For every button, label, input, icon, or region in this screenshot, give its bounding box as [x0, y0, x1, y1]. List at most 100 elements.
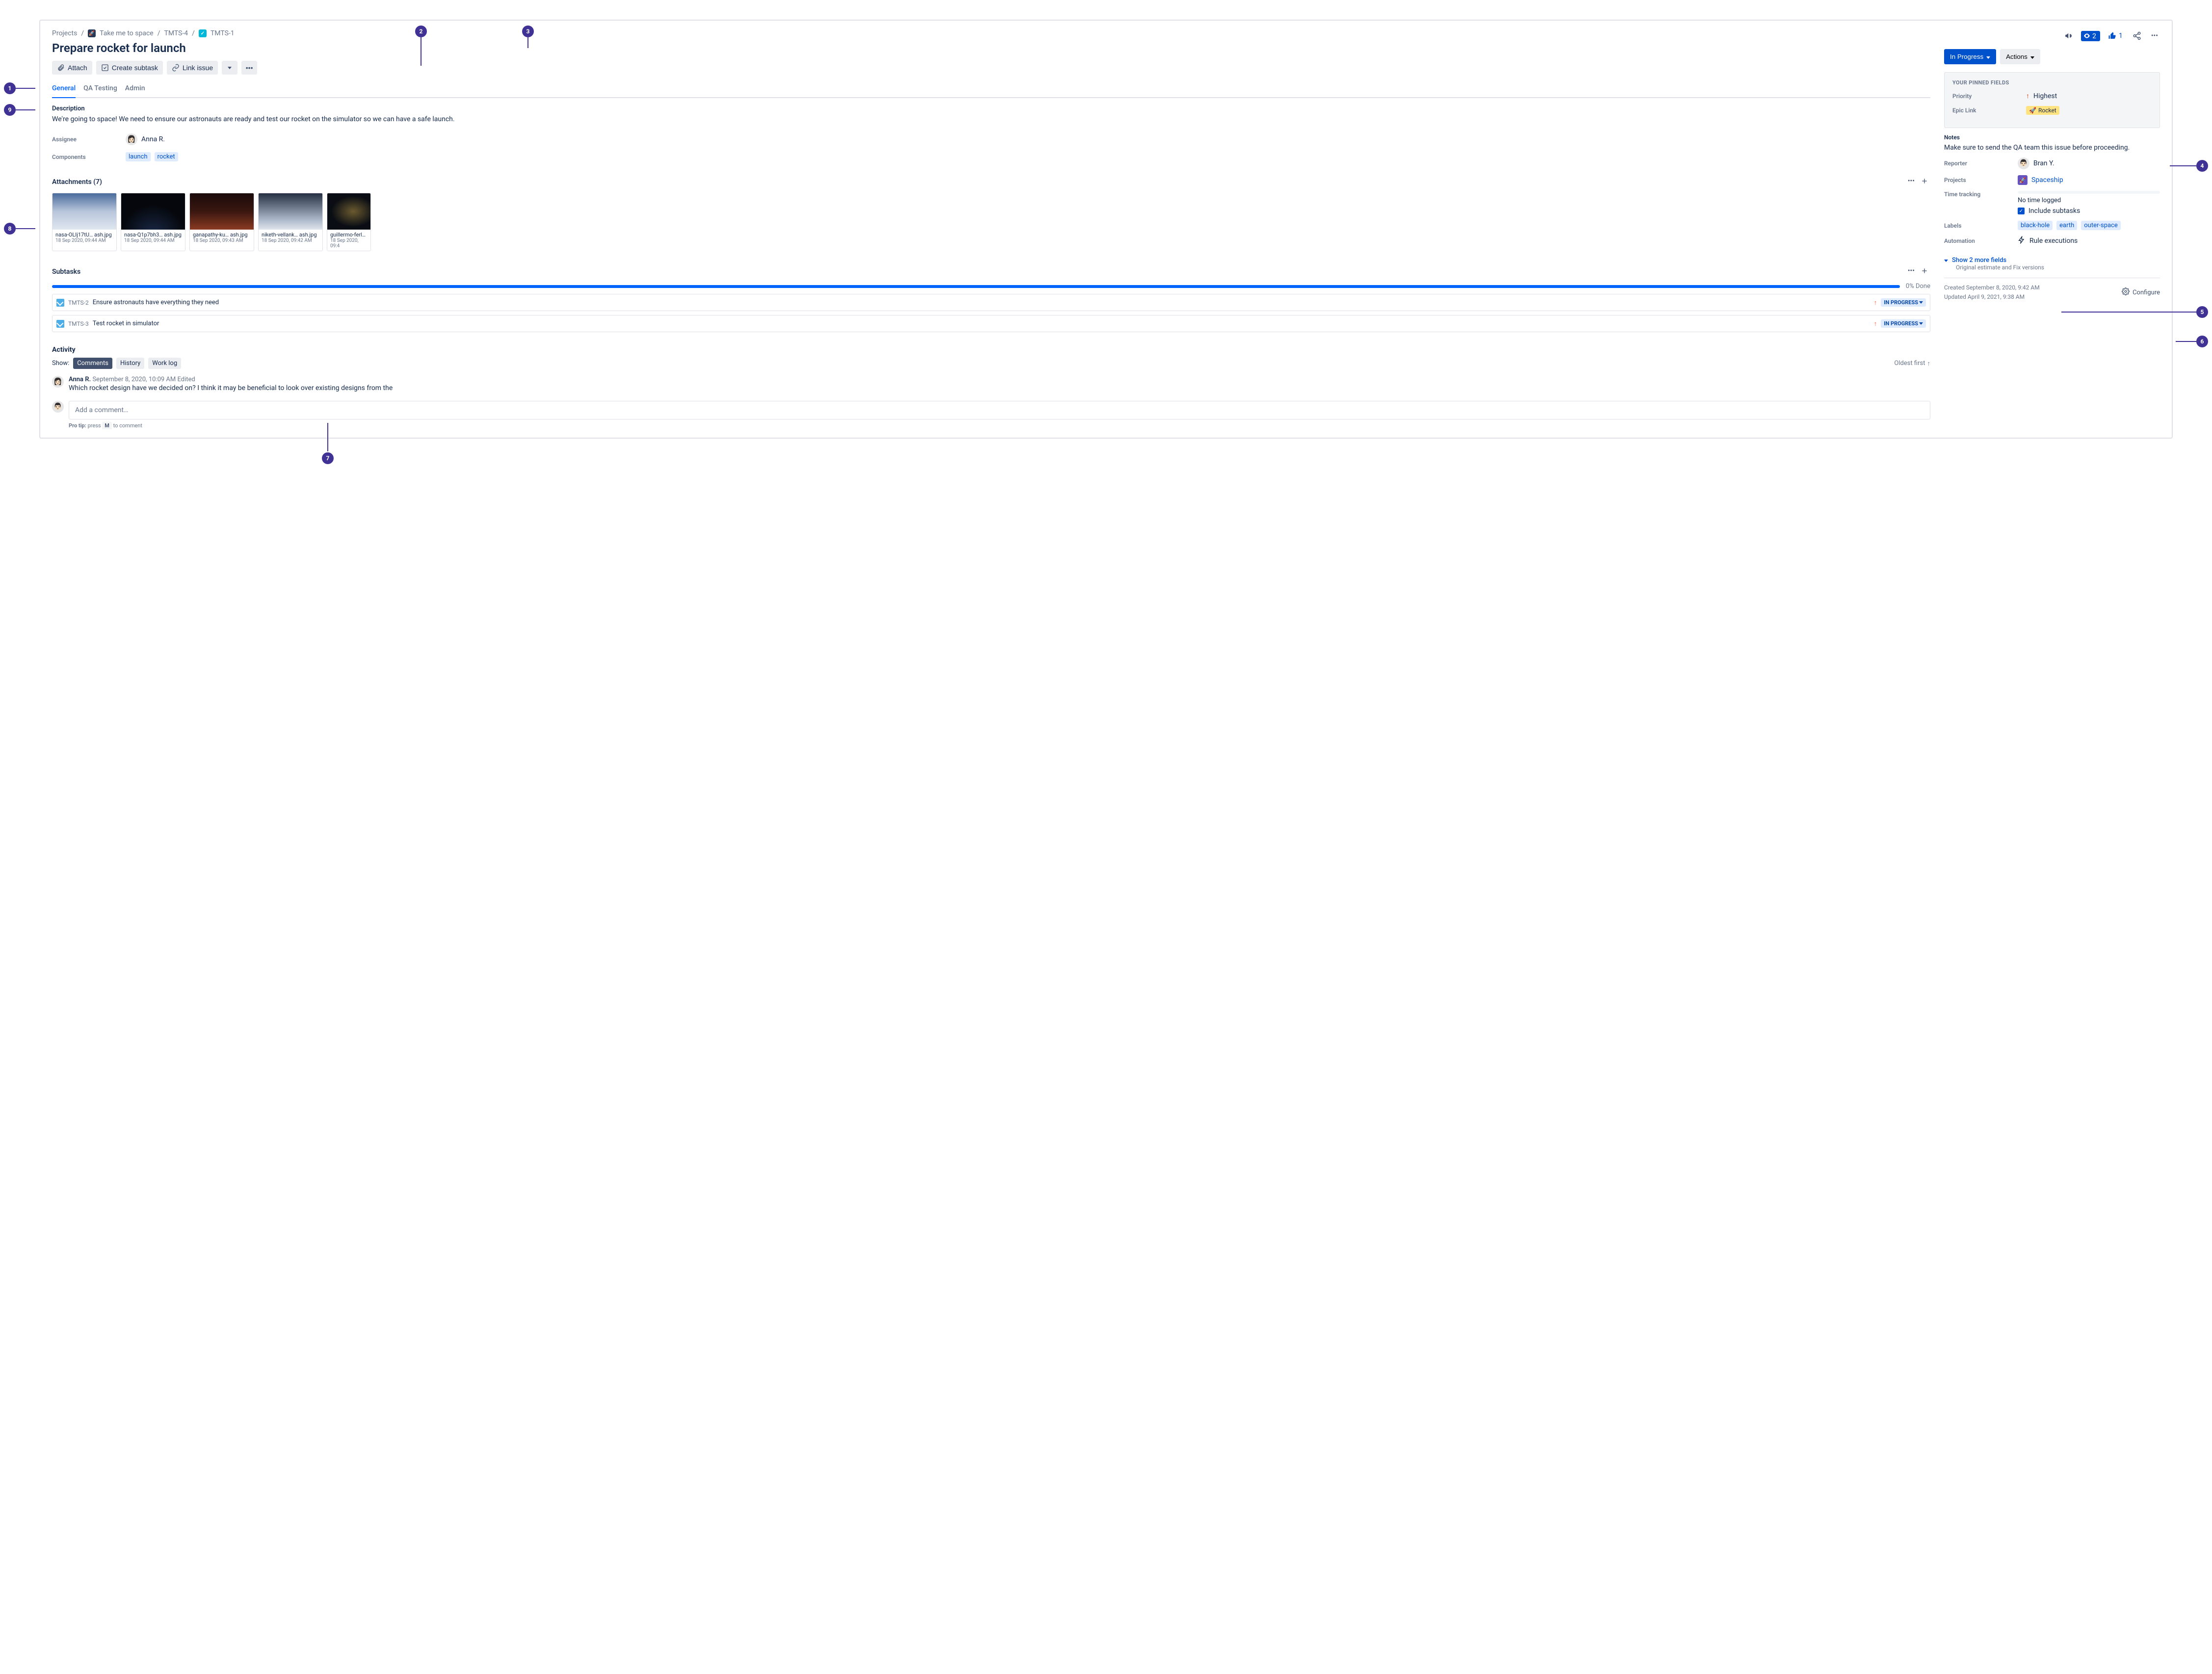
- link-issue-dropdown[interactable]: [222, 61, 237, 75]
- subtask-key[interactable]: TMTS-2: [68, 299, 89, 306]
- activity-tab-comments[interactable]: Comments: [73, 358, 112, 369]
- subtask-status[interactable]: IN PROGRESS: [1881, 319, 1926, 328]
- components-field: Components launch rocket: [52, 152, 1930, 161]
- attachment-card[interactable]: guillermo-ferl… a 18 Sep 2020, 09:4: [327, 193, 371, 251]
- create-subtask-button[interactable]: Create subtask: [96, 61, 163, 75]
- description-text[interactable]: We're going to space! We need to ensure …: [52, 114, 1930, 125]
- vote-button[interactable]: 1: [2106, 29, 2125, 42]
- component-chip[interactable]: launch: [126, 152, 151, 161]
- attachments-strip[interactable]: nasa-OLIj17tU… ash.jpg 18 Sep 2020, 09:4…: [52, 193, 1930, 251]
- status-dropdown[interactable]: In Progress: [1944, 49, 1996, 64]
- project-icon: 🚀: [88, 29, 96, 37]
- activity-tab-history[interactable]: History: [116, 358, 144, 369]
- notes-label: Notes: [1944, 134, 2160, 141]
- comment-author[interactable]: Anna R.: [69, 376, 91, 383]
- assignee-value[interactable]: 👩🏻 Anna R.: [126, 133, 165, 145]
- priority-field[interactable]: Priority ↑ Highest: [1952, 92, 2152, 100]
- attachment-filename: ganapathy-ku… ash.jpg: [193, 232, 251, 238]
- priority-high-icon: ↑: [1874, 299, 1877, 307]
- priority-value: Highest: [2033, 92, 2057, 100]
- activity-tab-worklog[interactable]: Work log: [148, 358, 181, 369]
- watch-count: 2: [2092, 32, 2096, 40]
- main-column: Projects / 🚀 Take me to space / TMTS-4 /…: [52, 29, 1930, 429]
- dates-row: Created September 8, 2020, 9:42 AM Updat…: [1944, 278, 2160, 302]
- attachments-heading: Attachments (7): [52, 178, 102, 186]
- label-chip[interactable]: black-hole: [2018, 221, 2053, 230]
- automation-field[interactable]: Automation Rule executions: [1944, 236, 2160, 246]
- more-icon: •••: [245, 64, 253, 72]
- epiclink-field[interactable]: Epic Link 🚀 Rocket: [1952, 106, 2152, 115]
- attachment-card[interactable]: nasa-Q1p7bh3… ash.jpg 18 Sep 2020, 09:44…: [121, 193, 185, 251]
- notes-text[interactable]: Make sure to send the QA team this issue…: [1944, 144, 2160, 152]
- attachments-more-button[interactable]: •••: [1906, 175, 1917, 189]
- assignee-label: Assignee: [52, 136, 126, 143]
- subtask-key[interactable]: TMTS-3: [68, 320, 89, 327]
- timetracking-field[interactable]: Time tracking No time logged ✓ Include s…: [1944, 191, 2160, 215]
- actions-dropdown[interactable]: Actions: [2000, 49, 2040, 64]
- attachment-filename: niketh-vellank… ash.jpg: [262, 232, 319, 238]
- subtask-summary[interactable]: Test rocket in simulator: [93, 320, 1870, 327]
- attachment-date: 18 Sep 2020, 09:4: [330, 238, 368, 249]
- components-value[interactable]: launch rocket: [126, 152, 178, 161]
- side-column: 2 1 ••• In Progress Actions YOUR PINNED …: [1944, 29, 2160, 429]
- comment-input[interactable]: Add a comment…: [69, 401, 1930, 419]
- breadcrumbs: Projects / 🚀 Take me to space / TMTS-4 /…: [52, 29, 1930, 37]
- annotation-5: 5: [2196, 306, 2208, 318]
- link-issue-button[interactable]: Link issue: [167, 61, 218, 75]
- projects-field[interactable]: Projects 🚀 Spaceship: [1944, 175, 2160, 185]
- label-chip[interactable]: earth: [2056, 221, 2077, 230]
- vote-count: 1: [2119, 32, 2123, 40]
- labels-field[interactable]: Labels black-hole earth outer-space: [1944, 221, 2160, 230]
- subtask-row[interactable]: TMTS-3 Test rocket in simulator ↑ IN PRO…: [52, 315, 1930, 332]
- issue-title[interactable]: Prepare rocket for launch: [52, 41, 1930, 55]
- project-chip-icon: 🚀: [2018, 175, 2028, 185]
- subtasks-add-button[interactable]: [1919, 265, 1930, 279]
- attachment-card[interactable]: ganapathy-ku… ash.jpg 18 Sep 2020, 09:43…: [189, 193, 254, 251]
- breadcrumb-projects[interactable]: Projects: [52, 29, 77, 37]
- tab-admin[interactable]: Admin: [125, 81, 145, 98]
- activity-sort-button[interactable]: Oldest first ↑: [1894, 360, 1930, 367]
- breadcrumb-project[interactable]: Take me to space: [100, 29, 154, 37]
- subtasks-more-button[interactable]: •••: [1906, 265, 1917, 279]
- reporter-field[interactable]: Reporter 👨🏻 Bran Y.: [1944, 157, 2160, 169]
- epic-lozenge[interactable]: 🚀 Rocket: [2026, 106, 2059, 115]
- include-subtasks-checkbox[interactable]: ✓: [2018, 208, 2025, 214]
- feedback-button[interactable]: [2062, 29, 2075, 42]
- more-actions-button[interactable]: •••: [2149, 30, 2160, 42]
- annotation-6: 6: [2196, 336, 2208, 347]
- subtask-row[interactable]: TMTS-2 Ensure astronauts have everything…: [52, 294, 1930, 311]
- attach-button[interactable]: Attach: [52, 61, 92, 75]
- include-subtasks-label: Include subtasks: [2028, 207, 2080, 215]
- tab-qa-testing[interactable]: QA Testing: [83, 81, 117, 98]
- breadcrumb-issue[interactable]: TMTS-1: [211, 29, 235, 37]
- project-name[interactable]: Spaceship: [2031, 176, 2063, 184]
- pinned-fields-panel: YOUR PINNED FIELDS Priority ↑ Highest Ep…: [1944, 72, 2160, 128]
- attachment-card[interactable]: nasa-OLIj17tU… ash.jpg 18 Sep 2020, 09:4…: [52, 193, 117, 251]
- share-button[interactable]: [2131, 29, 2143, 42]
- reporter-name: Bran Y.: [2033, 159, 2054, 167]
- current-user-avatar: 👨🏻: [52, 401, 64, 413]
- comment-edited: Edited: [178, 376, 195, 383]
- attachments-add-button[interactable]: [1919, 175, 1930, 189]
- subtask-status[interactable]: IN PROGRESS: [1881, 298, 1926, 307]
- link-icon: [172, 64, 180, 72]
- watch-button[interactable]: 2: [2081, 31, 2100, 41]
- show-more-fields[interactable]: Show 2 more fields: [1944, 257, 2006, 264]
- attachment-date: 18 Sep 2020, 09:43 AM: [193, 238, 251, 243]
- configure-button[interactable]: Configure: [2122, 288, 2160, 297]
- chevron-down-icon: [1944, 257, 1948, 264]
- subtask-summary[interactable]: Ensure astronauts have everything they n…: [93, 299, 1870, 306]
- attachment-thumb: [259, 193, 322, 230]
- label-chip[interactable]: outer-space: [2081, 221, 2121, 230]
- breadcrumb-parent[interactable]: TMTS-4: [164, 29, 188, 37]
- tab-general[interactable]: General: [52, 81, 76, 98]
- annotation-5-line: [2061, 312, 2196, 313]
- activity-filter-row: Show: Comments History Work log Oldest f…: [52, 358, 1930, 369]
- attachment-card[interactable]: niketh-vellank… ash.jpg 18 Sep 2020, 09:…: [258, 193, 323, 251]
- component-chip[interactable]: rocket: [155, 152, 178, 161]
- more-quickactions-button[interactable]: •••: [241, 61, 257, 75]
- assignee-avatar: 👩🏻: [126, 133, 137, 145]
- assignee-field: Assignee 👩🏻 Anna R.: [52, 133, 1930, 145]
- annotation-7-line: [327, 423, 328, 451]
- attachment-thumb: [53, 193, 116, 230]
